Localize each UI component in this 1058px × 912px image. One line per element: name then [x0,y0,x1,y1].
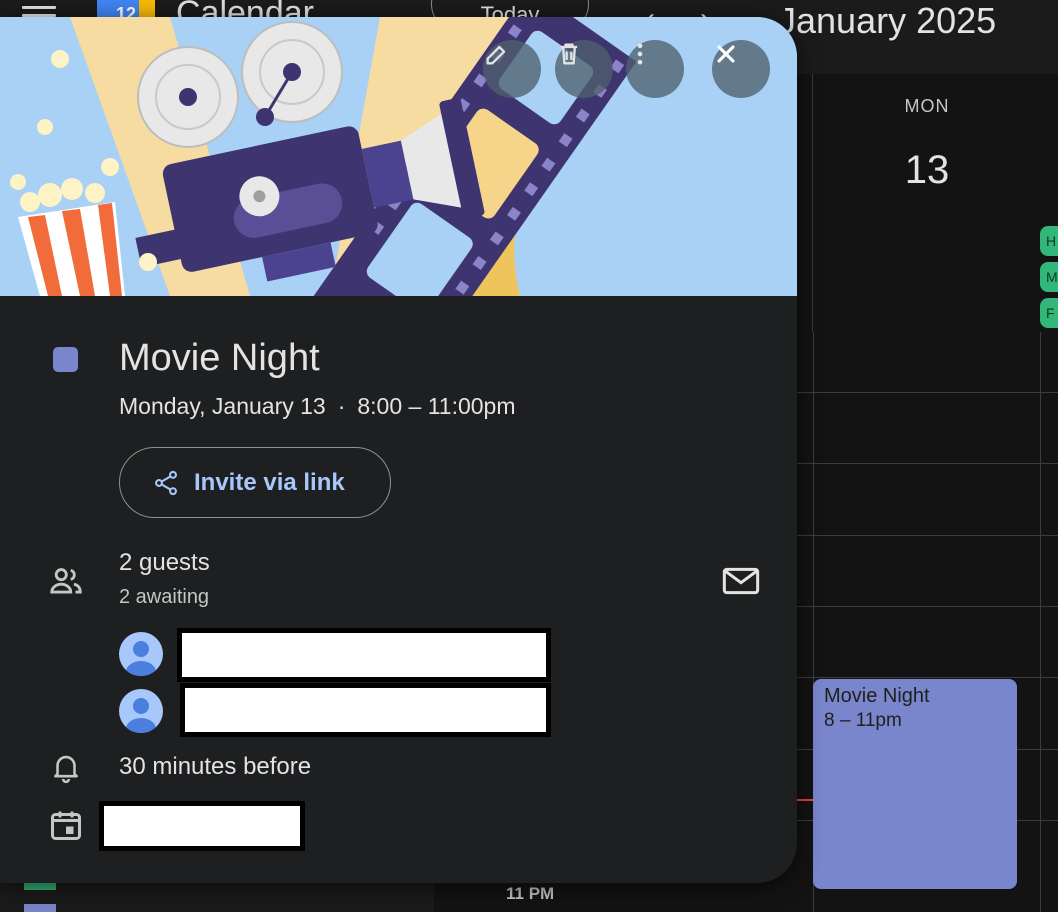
redacted-guest-name [180,683,551,737]
event-banner-illustration [0,17,797,296]
guests-icon [50,568,82,594]
date-time-separator: · [337,393,346,419]
redacted-guest-name [177,628,551,682]
close-popup-button[interactable] [712,40,770,98]
guest-avatar[interactable] [119,632,163,676]
edit-icon [486,45,506,65]
guests-count: 2 guests [119,549,210,576]
email-guests-icon[interactable] [721,564,761,598]
event-date: Monday, January 13 [119,393,326,419]
day-header-monday[interactable]: MON 13 [812,74,1040,332]
current-time-indicator [797,799,813,801]
person-icon [126,641,156,676]
redacted-calendar-name [99,801,305,851]
weekday-label: MON [904,96,950,116]
event-block-time: 8 – 11pm [824,710,902,731]
invite-via-link-button[interactable]: Invite via link [119,447,391,518]
close-icon [717,45,735,63]
invite-via-link-label: Invite via link [194,468,345,496]
calendar-app: 12 Calendar Today ‹ › January 2025 MON 1… [0,0,1058,912]
more-options-button[interactable] [626,40,684,98]
all-day-event-chip[interactable]: H [1040,226,1058,256]
event-block-title: Movie Night [824,685,930,707]
calendar-color-swatch[interactable] [24,904,56,912]
event-time: 8:00 – 11:00pm [357,393,516,419]
calendar-icon [51,811,81,840]
reminder-text: 30 minutes before [119,753,312,780]
edit-event-button[interactable] [483,40,541,98]
movie-night-event-block[interactable]: Movie Night 8 – 11pm [813,679,1017,889]
hour-label: 11 PM [506,884,555,903]
grid-divider [1040,332,1041,912]
more-options-icon [637,43,643,65]
event-title: Movie Night [119,337,320,379]
person-icon [126,698,156,733]
share-icon [155,470,177,495]
event-color-swatch [53,347,78,372]
all-day-event-chip[interactable]: M [1040,262,1058,292]
delete-icon [560,43,578,65]
bell-icon [54,755,78,784]
guest-avatar[interactable] [119,689,163,733]
delete-event-button[interactable] [555,40,613,98]
day-number[interactable]: 13 [813,148,1041,193]
all-day-event-chip[interactable]: F [1040,298,1058,328]
guests-response-status: 2 awaiting [119,586,210,608]
event-details-popup: Movie Night Monday, January 13 · 8:00 – 11… [0,17,797,883]
month-title: January 2025 [778,0,997,41]
event-date-time: Monday, January 13 · 8:00 – 11:00pm [119,393,516,420]
